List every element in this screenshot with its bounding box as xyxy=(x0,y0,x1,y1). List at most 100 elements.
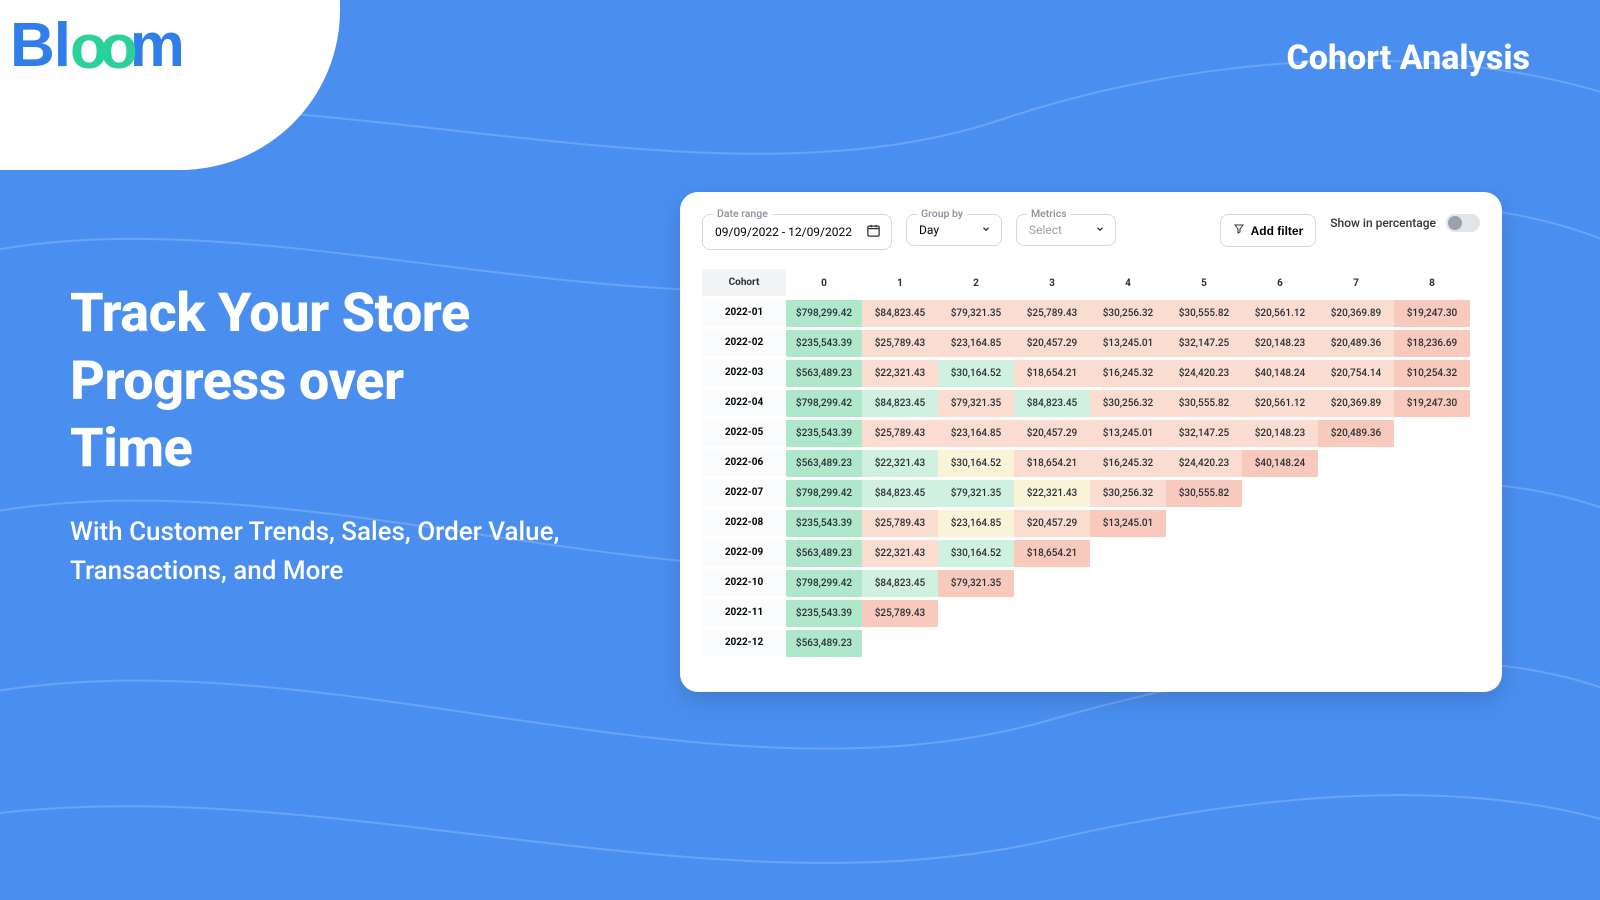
cohort-cell: $84,823.45 xyxy=(862,480,938,507)
cohort-cell: $22,321.43 xyxy=(862,450,938,477)
cohort-cell: $79,321.35 xyxy=(938,570,1014,597)
cohort-cell: $24,420.23 xyxy=(1166,450,1242,477)
table-row: 2022-07$798,299.42$84,823.45$79,321.35$2… xyxy=(702,478,1480,508)
cohort-cell: $25,789.43 xyxy=(1014,300,1090,327)
percentage-toggle[interactable] xyxy=(1446,214,1480,232)
cohort-cell: $30,164.52 xyxy=(938,540,1014,567)
cohort-cell: $563,489.23 xyxy=(786,630,862,657)
cohort-label: 2022-04 xyxy=(702,389,786,417)
cohort-label: 2022-01 xyxy=(702,299,786,327)
cohort-cell: $18,654.21 xyxy=(1014,540,1090,567)
cohort-cell: $84,823.45 xyxy=(862,300,938,327)
table-row: 2022-12$563,489.23 xyxy=(702,628,1480,658)
cohort-cell: $24,420.23 xyxy=(1166,360,1242,387)
cohort-cell: $30,555.82 xyxy=(1166,390,1242,417)
table-header-col: 8 xyxy=(1394,270,1470,297)
cohort-cell: $20,561.12 xyxy=(1242,300,1318,327)
logo-container: Bloom xyxy=(0,0,340,170)
cohort-cell: $22,321.43 xyxy=(862,540,938,567)
group-by-label: Group by xyxy=(917,207,967,220)
cohort-cell: $20,489.36 xyxy=(1318,330,1394,357)
logo-text-part1: Bl xyxy=(10,11,70,80)
cohort-cell: $25,789.43 xyxy=(862,420,938,447)
table-header-cohort: Cohort xyxy=(702,269,786,297)
cohort-cell: $798,299.42 xyxy=(786,300,862,327)
table-row: 2022-10$798,299.42$84,823.45$79,321.35 xyxy=(702,568,1480,598)
cohort-cell: $20,561.12 xyxy=(1242,390,1318,417)
cohort-cell: $19,247.30 xyxy=(1394,390,1470,417)
cohort-label: 2022-08 xyxy=(702,509,786,537)
filter-icon xyxy=(1233,223,1245,238)
cohort-cell: $25,789.43 xyxy=(862,510,938,537)
table-header-col: 2 xyxy=(938,270,1014,297)
metrics-field[interactable]: Metrics Select xyxy=(1016,214,1116,246)
table-header-col: 3 xyxy=(1014,270,1090,297)
cohort-cell: $798,299.42 xyxy=(786,480,862,507)
table-header-col: 1 xyxy=(862,270,938,297)
cohort-cell: $30,555.82 xyxy=(1166,300,1242,327)
cohort-cell: $235,543.39 xyxy=(786,510,862,537)
cohort-label: 2022-11 xyxy=(702,599,786,627)
add-filter-button[interactable]: Add filter xyxy=(1220,214,1317,247)
brand-logo: Bloom xyxy=(10,10,184,81)
date-range-value: 09/09/2022 - 12/09/2022 xyxy=(715,225,852,239)
table-row: 2022-08$235,543.39$25,789.43$23,164.85$2… xyxy=(702,508,1480,538)
cohort-cell: $84,823.45 xyxy=(862,570,938,597)
cohort-cell: $235,543.39 xyxy=(786,600,862,627)
hero-subtitle: With Customer Trends, Sales, Order Value… xyxy=(70,513,630,591)
cohort-cell: $23,164.85 xyxy=(938,330,1014,357)
hero-title: Track Your Store Progress over Time xyxy=(70,280,630,483)
cohort-cell: $79,321.35 xyxy=(938,390,1014,417)
cohort-cell: $13,245.01 xyxy=(1090,510,1166,537)
cohort-cell: $25,789.43 xyxy=(862,600,938,627)
metrics-value: Select xyxy=(1029,223,1062,237)
table-row: 2022-03$563,489.23$22,321.43$30,164.52$1… xyxy=(702,358,1480,388)
cohort-cell: $30,164.52 xyxy=(938,450,1014,477)
cohort-cell: $23,164.85 xyxy=(938,420,1014,447)
table-header-col: 7 xyxy=(1318,270,1394,297)
cohort-cell: $798,299.42 xyxy=(786,390,862,417)
cohort-label: 2022-07 xyxy=(702,479,786,507)
table-row: 2022-02$235,543.39$25,789.43$23,164.85$2… xyxy=(702,328,1480,358)
page-title: Cohort Analysis xyxy=(1287,38,1530,78)
cohort-cell: $20,369.89 xyxy=(1318,390,1394,417)
cohort-cell: $563,489.23 xyxy=(786,450,862,477)
date-range-label: Date range xyxy=(713,207,772,220)
cohort-cell: $235,543.39 xyxy=(786,420,862,447)
table-header-col: 4 xyxy=(1090,270,1166,297)
cohort-cell: $30,256.32 xyxy=(1090,390,1166,417)
cohort-cell: $20,148.23 xyxy=(1242,330,1318,357)
cohort-cell: $79,321.35 xyxy=(938,300,1014,327)
cohort-table: Cohort0123456782022-01$798,299.42$84,823… xyxy=(702,268,1480,658)
percentage-toggle-label: Show in percentage xyxy=(1330,216,1436,230)
cohort-cell: $22,321.43 xyxy=(862,360,938,387)
logo-text-part3: m xyxy=(130,11,184,80)
cohort-label: 2022-09 xyxy=(702,539,786,567)
cohort-cell: $20,457.29 xyxy=(1014,420,1090,447)
cohort-cell: $40,148.24 xyxy=(1242,360,1318,387)
table-row: 2022-05$235,543.39$25,789.43$23,164.85$2… xyxy=(702,418,1480,448)
cohort-cell: $30,256.32 xyxy=(1090,300,1166,327)
group-by-value: Day xyxy=(919,223,939,237)
cohort-cell: $20,369.89 xyxy=(1318,300,1394,327)
table-header-col: 5 xyxy=(1166,270,1242,297)
cohort-cell: $10,254.32 xyxy=(1394,360,1470,387)
logo-text-part2: oo xyxy=(70,12,130,83)
percentage-toggle-wrap: Show in percentage xyxy=(1330,214,1480,232)
cohort-cell: $798,299.42 xyxy=(786,570,862,597)
cohort-cell: $16,245.32 xyxy=(1090,360,1166,387)
cohort-cell: $32,147.25 xyxy=(1166,420,1242,447)
cohort-cell: $23,164.85 xyxy=(938,510,1014,537)
cohort-cell: $40,148.24 xyxy=(1242,450,1318,477)
date-range-field[interactable]: Date range 09/09/2022 - 12/09/2022 xyxy=(702,214,892,250)
table-row: 2022-04$798,299.42$84,823.45$79,321.35$8… xyxy=(702,388,1480,418)
cohort-panel: Date range 09/09/2022 - 12/09/2022 Group… xyxy=(680,192,1502,692)
group-by-field[interactable]: Group by Day xyxy=(906,214,1002,246)
metrics-label: Metrics xyxy=(1027,207,1071,220)
table-row: 2022-01$798,299.42$84,823.45$79,321.35$2… xyxy=(702,298,1480,328)
cohort-cell: $235,543.39 xyxy=(786,330,862,357)
cohort-cell: $563,489.23 xyxy=(786,360,862,387)
cohort-cell: $13,245.01 xyxy=(1090,330,1166,357)
cohort-cell: $18,654.21 xyxy=(1014,360,1090,387)
cohort-cell: $19,247.30 xyxy=(1394,300,1470,327)
